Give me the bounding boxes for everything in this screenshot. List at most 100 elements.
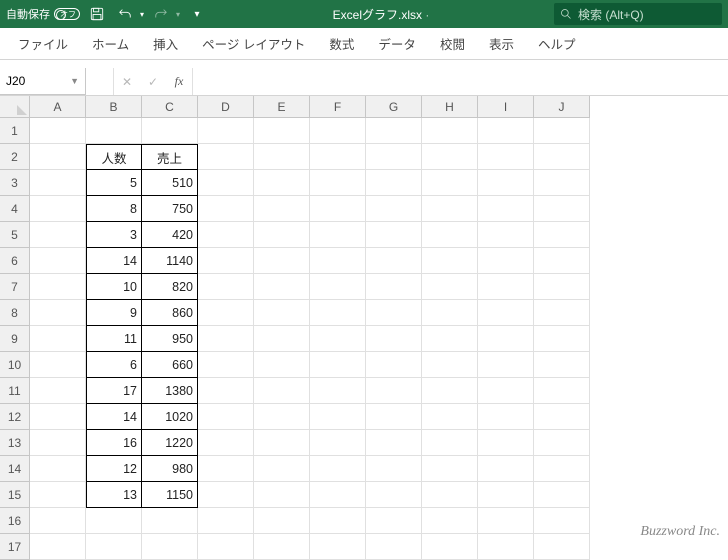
cell[interactable] — [198, 430, 254, 456]
cell[interactable] — [310, 222, 366, 248]
cell[interactable] — [86, 534, 142, 560]
cell[interactable] — [534, 456, 590, 482]
column-header[interactable]: G — [366, 96, 422, 118]
cell[interactable] — [310, 170, 366, 196]
search-box[interactable]: 検索 (Alt+Q) — [554, 3, 722, 25]
cell[interactable]: 人数 — [86, 144, 142, 170]
cell[interactable] — [30, 482, 86, 508]
cell[interactable] — [422, 378, 478, 404]
cell[interactable] — [534, 534, 590, 560]
cell[interactable] — [366, 248, 422, 274]
cell[interactable] — [422, 430, 478, 456]
cell[interactable] — [534, 222, 590, 248]
cell[interactable] — [478, 170, 534, 196]
cell[interactable] — [422, 196, 478, 222]
cell[interactable] — [254, 534, 310, 560]
cancel-icon[interactable]: ✕ — [114, 68, 140, 96]
cell[interactable] — [478, 456, 534, 482]
cell[interactable] — [534, 378, 590, 404]
cell[interactable] — [30, 170, 86, 196]
cell[interactable] — [478, 404, 534, 430]
cell[interactable]: 1380 — [142, 378, 198, 404]
row-header[interactable]: 5 — [0, 222, 30, 248]
cell[interactable] — [422, 404, 478, 430]
cell[interactable] — [422, 144, 478, 170]
cell[interactable] — [310, 456, 366, 482]
cell[interactable]: 13 — [86, 482, 142, 508]
cell[interactable]: 420 — [142, 222, 198, 248]
cell[interactable]: 1150 — [142, 482, 198, 508]
tab-data[interactable]: データ — [366, 28, 428, 59]
cell[interactable]: 6 — [86, 352, 142, 378]
cell[interactable] — [30, 144, 86, 170]
cell[interactable] — [478, 274, 534, 300]
cell[interactable] — [254, 430, 310, 456]
row-header[interactable]: 3 — [0, 170, 30, 196]
redo-icon[interactable] — [150, 3, 172, 25]
cell[interactable] — [198, 118, 254, 144]
cell[interactable] — [254, 300, 310, 326]
cell[interactable]: 1220 — [142, 430, 198, 456]
cell[interactable] — [30, 508, 86, 534]
row-header[interactable]: 8 — [0, 300, 30, 326]
tab-home[interactable]: ホーム — [80, 28, 141, 59]
column-header[interactable]: F — [310, 96, 366, 118]
column-header[interactable]: D — [198, 96, 254, 118]
cell[interactable] — [310, 248, 366, 274]
cell[interactable] — [198, 196, 254, 222]
cell[interactable] — [478, 482, 534, 508]
cell[interactable] — [422, 534, 478, 560]
cell[interactable]: 売上 — [142, 144, 198, 170]
cell[interactable] — [310, 430, 366, 456]
cell[interactable] — [198, 222, 254, 248]
cell[interactable] — [310, 404, 366, 430]
autosave-toggle[interactable]: 自動保存 オフ — [6, 6, 80, 22]
cell[interactable] — [366, 430, 422, 456]
cell[interactable] — [310, 352, 366, 378]
cell[interactable] — [422, 274, 478, 300]
cell[interactable] — [198, 456, 254, 482]
cell[interactable] — [478, 534, 534, 560]
cell[interactable] — [310, 326, 366, 352]
cell[interactable] — [534, 170, 590, 196]
cell[interactable] — [366, 274, 422, 300]
row-header[interactable]: 11 — [0, 378, 30, 404]
row-header[interactable]: 2 — [0, 144, 30, 170]
cell[interactable] — [30, 300, 86, 326]
cell[interactable] — [30, 274, 86, 300]
column-header[interactable]: A — [30, 96, 86, 118]
cell[interactable] — [198, 508, 254, 534]
cell[interactable] — [366, 352, 422, 378]
cell[interactable] — [478, 300, 534, 326]
cell[interactable] — [478, 430, 534, 456]
cell[interactable] — [534, 352, 590, 378]
cell[interactable] — [366, 300, 422, 326]
cell[interactable]: 12 — [86, 456, 142, 482]
cell[interactable] — [478, 222, 534, 248]
cell[interactable] — [534, 326, 590, 352]
cell[interactable] — [86, 118, 142, 144]
cell[interactable] — [310, 508, 366, 534]
cell[interactable] — [254, 404, 310, 430]
cell[interactable] — [254, 222, 310, 248]
column-header[interactable]: J — [534, 96, 590, 118]
cell[interactable]: 860 — [142, 300, 198, 326]
cell[interactable] — [30, 378, 86, 404]
cell[interactable]: 9 — [86, 300, 142, 326]
tab-file[interactable]: ファイル — [6, 28, 80, 59]
cell[interactable] — [366, 170, 422, 196]
cell[interactable] — [254, 274, 310, 300]
row-header[interactable]: 14 — [0, 456, 30, 482]
cell[interactable] — [30, 534, 86, 560]
cell[interactable] — [422, 508, 478, 534]
tab-view[interactable]: 表示 — [477, 28, 526, 59]
cell[interactable] — [30, 326, 86, 352]
cell[interactable] — [534, 248, 590, 274]
row-header[interactable]: 16 — [0, 508, 30, 534]
enter-icon[interactable]: ✓ — [140, 68, 166, 96]
cell[interactable]: 8 — [86, 196, 142, 222]
cell[interactable] — [254, 144, 310, 170]
cell[interactable] — [366, 404, 422, 430]
cell[interactable] — [478, 352, 534, 378]
cell[interactable] — [366, 378, 422, 404]
